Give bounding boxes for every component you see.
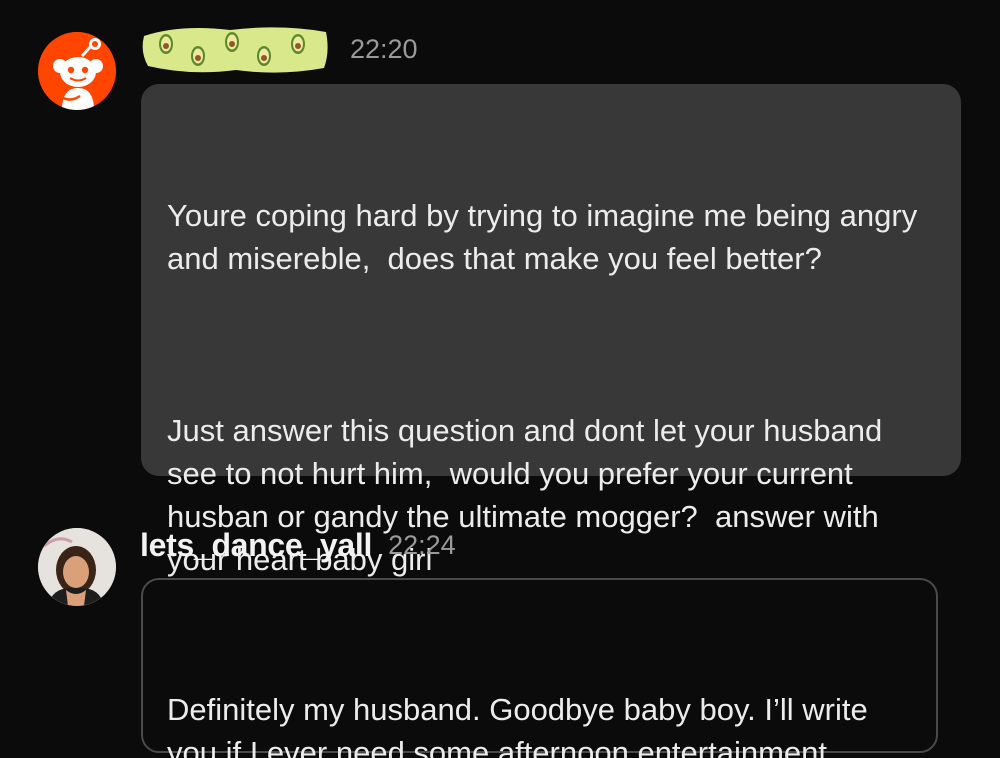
message-header: 22:20 — [140, 14, 418, 84]
message-timestamp: 22:24 — [388, 529, 456, 560]
chat-thread: 22:20 Youre coping hard by trying to ima… — [0, 0, 1000, 758]
redacted-username-scribble — [140, 22, 330, 76]
message-bubble: Youre coping hard by trying to imagine m… — [141, 84, 961, 577]
profile-photo-icon[interactable] — [38, 528, 116, 606]
username[interactable]: lets_dance_yall — [140, 527, 372, 564]
message-bubble: Definitely my husband. Goodbye baby boy.… — [141, 578, 938, 758]
reddit-snoo-icon[interactable] — [38, 32, 116, 110]
message-paragraph: Definitely my husband. Goodbye baby boy.… — [167, 692, 877, 758]
message-timestamp: 22:20 — [350, 33, 418, 64]
message-header: lets_dance_yall 22:24 — [140, 520, 456, 570]
message-paragraph: Youre coping hard by trying to imagine m… — [167, 198, 926, 276]
